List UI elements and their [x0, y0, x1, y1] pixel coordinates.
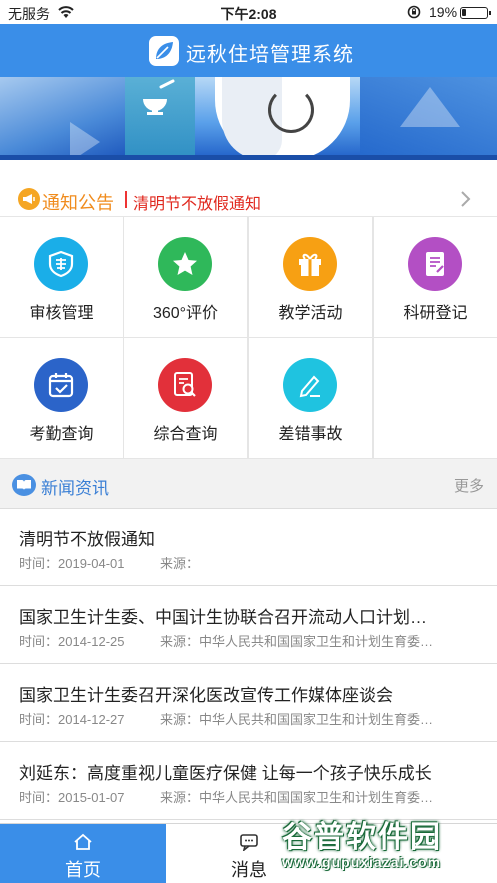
news-headline: 国家卫生计生委召开深化医改宣传工作媒体座谈会 — [19, 686, 393, 705]
news-item[interactable]: 清明节不放假通知 时间：2019-04-01 来源： — [0, 509, 497, 586]
megaphone-icon — [18, 188, 40, 210]
grid-item-audit[interactable]: 审核管理 — [0, 217, 123, 337]
news-section-header: 新闻资讯 更多 — [0, 459, 497, 509]
function-grid: 审核管理 360°评价 教学活动 科研登记 考勤查询 综合查询 差错事故 — [0, 217, 497, 459]
grid-item-evaluation[interactable]: 360°评价 — [124, 217, 247, 337]
calendar-check-icon — [34, 358, 88, 412]
grid-item-label: 科研登记 — [403, 305, 468, 322]
rotation-lock-icon — [407, 5, 421, 19]
grid-item-accident[interactable]: 差错事故 — [249, 338, 372, 458]
message-icon — [240, 834, 258, 851]
news-headline: 清明节不放假通知 — [19, 530, 155, 549]
document-edit-icon — [408, 237, 462, 291]
status-bar: 无服务 下午2:08 19% — [0, 0, 497, 24]
banner-decoration — [400, 87, 460, 127]
more-link[interactable]: 更多 — [454, 475, 484, 496]
notice-text[interactable]: 清明节不放假通知 — [133, 190, 261, 214]
news-item[interactable]: 国家卫生计生委召开深化医改宣传工作媒体座谈会 时间：2014-12-27 来源：… — [0, 665, 497, 742]
tab-label: 首页 — [65, 860, 101, 880]
mortar-pestle-icon — [143, 79, 175, 115]
banner-panel — [0, 77, 125, 160]
battery-icon — [460, 7, 491, 19]
news-source: 来源：中华人民共和国国家卫生和计划生育委员会 — [160, 712, 435, 727]
chevron-right-icon[interactable] — [458, 190, 472, 208]
stethoscope-icon — [268, 87, 314, 133]
pencil-icon — [283, 358, 337, 412]
notice-bar[interactable]: 通知公告 清明节不放假通知 — [0, 160, 497, 217]
news-time: 时间：2015-01-07 — [19, 790, 125, 805]
app-title: 远秋住培管理系统 — [186, 44, 354, 66]
grid-item-label: 综合查询 — [153, 426, 218, 443]
grid-item-research[interactable]: 科研登记 — [374, 217, 497, 337]
grid-item-teaching[interactable]: 教学活动 — [249, 217, 372, 337]
news-time: 时间：2019-04-01 — [19, 556, 125, 571]
grid-item-attendance[interactable]: 考勤查询 — [0, 338, 123, 458]
banner-panel — [125, 77, 195, 160]
news-headline: 刘延东：高度重视儿童医疗保健 让每一个孩子快乐成长 — [19, 764, 432, 783]
battery-fill — [462, 9, 466, 16]
app-header: 远秋住培管理系统 — [0, 24, 497, 77]
notice-label: 通知公告 — [42, 193, 114, 213]
notice-divider — [125, 191, 127, 208]
banner-image[interactable] — [0, 77, 497, 160]
grid-item-label: 差错事故 — [278, 426, 343, 443]
leaf-logo-icon — [149, 36, 179, 66]
grid-item-label: 360°评价 — [152, 305, 219, 322]
book-icon — [12, 474, 36, 496]
battery-percent: 19% — [429, 4, 458, 20]
grid-item-query[interactable]: 综合查询 — [124, 338, 247, 458]
watermark: 谷普软件园 www.gupuxiazai.com — [274, 808, 497, 883]
grid-item-label: 考勤查询 — [29, 426, 94, 443]
shield-audit-icon — [34, 237, 88, 291]
grid-item-label: 教学活动 — [278, 305, 343, 322]
report-search-icon — [158, 358, 212, 412]
watermark-text: 谷普软件园 — [282, 821, 442, 854]
news-headline: 国家卫生计生委、中国计生协联合召开流动人口计划生育 — [19, 608, 439, 627]
news-time: 时间：2014-12-27 — [19, 712, 125, 727]
watermark-url: www.gupuxiazai.com — [282, 854, 442, 870]
home-icon — [74, 833, 92, 850]
news-section-title: 新闻资讯 — [41, 479, 109, 498]
clock: 下午2:08 — [220, 6, 277, 22]
grid-item-empty — [374, 338, 497, 458]
news-source: 来源：中华人民共和国国家卫生和计划生育委员会 — [160, 790, 435, 805]
news-list: 清明节不放假通知 时间：2019-04-01 来源： 国家卫生计生委、中国计生协… — [0, 509, 497, 823]
news-source: 来源： — [160, 556, 200, 571]
news-time: 时间：2014-12-25 — [19, 634, 125, 649]
tab-home[interactable]: 首页 — [0, 824, 166, 883]
gift-icon — [283, 237, 337, 291]
news-source: 来源：中华人民共和国国家卫生和计划生育委员会 — [160, 634, 435, 649]
star-icon — [158, 237, 212, 291]
grid-item-label: 审核管理 — [29, 305, 94, 322]
news-item[interactable]: 国家卫生计生委、中国计生协联合召开流动人口计划生育 时间：2014-12-25 … — [0, 587, 497, 664]
